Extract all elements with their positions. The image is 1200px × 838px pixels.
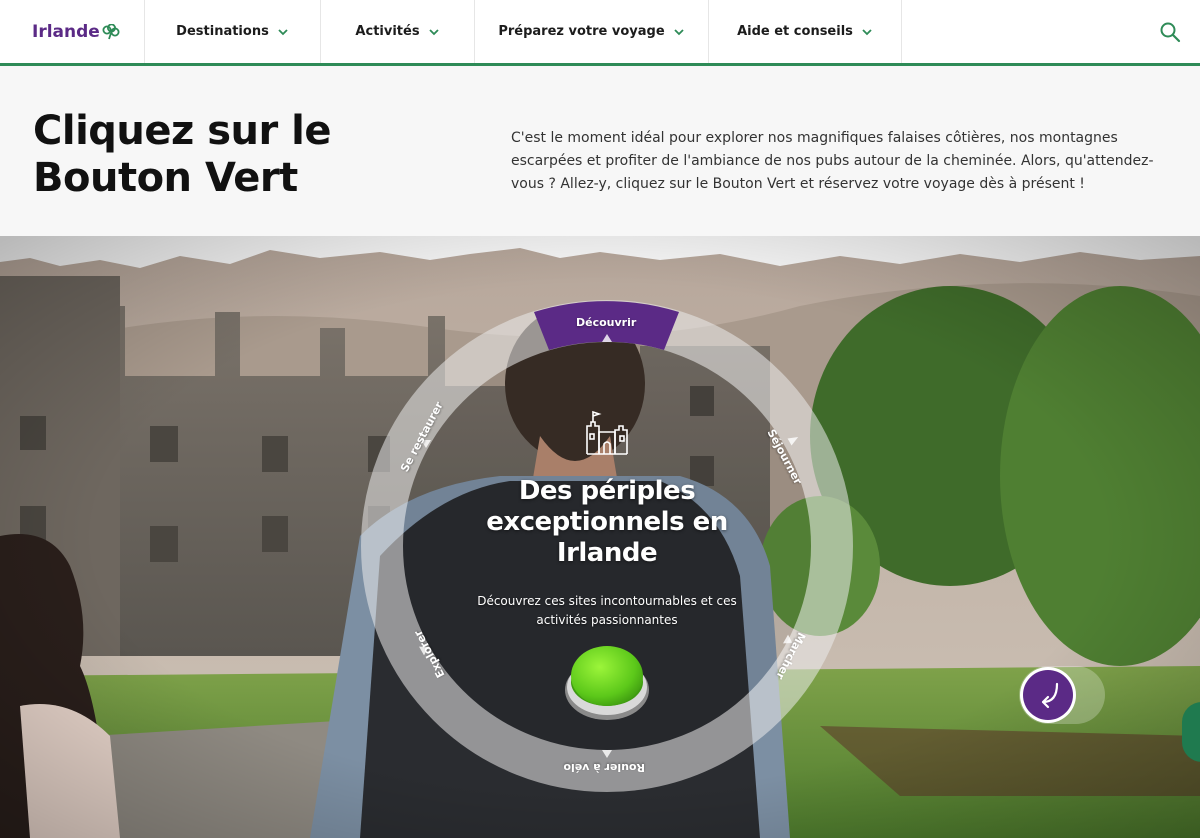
nav-label: Destinations (176, 24, 269, 39)
site-header: Irlande Destinations Activités Préparez … (0, 0, 1200, 66)
chevron-down-icon (674, 28, 684, 35)
chevron-down-icon (862, 28, 872, 35)
nav-divider (901, 0, 902, 63)
shamrock-icon (102, 24, 120, 40)
brand-logo[interactable]: Irlande (32, 20, 120, 44)
chat-icon[interactable] (1182, 702, 1200, 762)
brand-name: Irlande (32, 22, 100, 42)
nav-aide[interactable]: Aide et conseils (708, 0, 901, 63)
return-arrow-icon[interactable] (1017, 664, 1105, 726)
nav-destinations[interactable]: Destinations (144, 0, 320, 63)
search-icon[interactable] (1158, 20, 1182, 44)
nav-activites[interactable]: Activités (320, 0, 474, 63)
intro-text: C'est le moment idéal pour explorer nos … (511, 130, 1154, 192)
chevron-down-icon (428, 28, 439, 35)
wheel-subtitle: Découvrez ces sites incontournables et c… (477, 594, 737, 627)
nav-label: Préparez votre voyage (498, 24, 665, 39)
chevron-down-icon (278, 28, 288, 35)
castle-icon (586, 410, 628, 455)
nav-label: Aide et conseils (737, 24, 853, 39)
wheel-title: Des périples exceptionnels en Irlande (486, 476, 728, 568)
wheel-segment-rouler-a-velo[interactable]: Rouler à vélo (563, 761, 645, 774)
green-button-icon[interactable] (562, 640, 652, 722)
wheel-segment-decouvrir[interactable]: Découvrir (576, 316, 636, 329)
nav-label: Activités (355, 24, 420, 39)
nav-preparez[interactable]: Préparez votre voyage (474, 0, 708, 63)
page-title: Cliquez sur le Bouton Vert (33, 108, 332, 201)
